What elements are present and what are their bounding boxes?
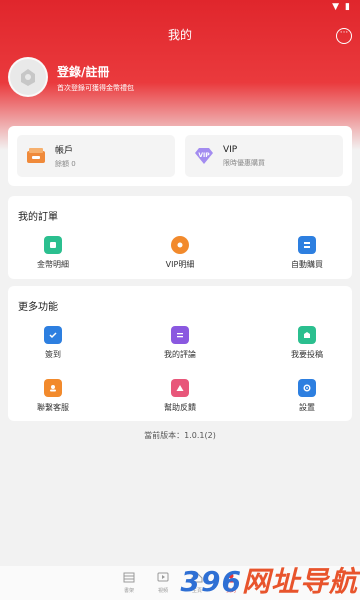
customer-service-icon [44,379,62,397]
settings-icon [298,379,316,397]
login-subtitle: 首次登錄可獲得金幣禮包 [57,84,134,92]
my-comments-item[interactable]: 我的評論 [135,326,225,360]
login-register-link[interactable]: 登錄/註冊 [57,63,109,80]
tab-bookshelf[interactable]: 書架 [116,572,142,600]
bookshelf-icon [116,572,142,584]
checkin-item[interactable]: 簽到 [8,326,98,360]
orders-title: 我的訂單 [18,212,58,223]
tab-video[interactable]: 視頻 [150,572,176,600]
settings-label: 設置 [299,403,315,412]
checkin-label: 簽到 [45,350,61,359]
battery-icon: ▮ [345,2,350,12]
vip-card[interactable]: VIP VIP 限時優惠購買 [185,135,343,177]
feedback-item[interactable]: 幫助反饋 [135,379,225,413]
message-button[interactable]: ··· [336,28,352,44]
checkin-icon [44,326,62,344]
watermark-logo: 396网址导航 [181,560,358,600]
signal-icon: ▼ [332,2,340,12]
feedback-label: 幫助反饋 [164,403,196,412]
video-icon [150,572,176,584]
comment-icon [171,326,189,344]
status-bar: ▼ ▮ [0,0,360,14]
more-functions-section: 更多功能 簽到 我的評論 我要投稿 聯繫客服 幫助反饋 設置 [8,286,352,421]
account-title: 帳戶 [55,146,74,156]
version-text: 當前版本：1.0.1(2) [144,431,216,440]
watermark-accent: 网址导航 [241,565,358,598]
tab-bookshelf-label: 書架 [123,588,134,594]
auto-buy-label: 自動購買 [291,260,323,269]
user-avatar-icon [21,69,35,86]
vip-title: VIP [223,144,238,155]
orders-section: 我的訂單 金幣明細 VIP明細 自動購買 [8,196,352,279]
account-balance: 餘額 0 [55,160,76,168]
watermark-main: 396 [180,565,242,598]
svg-text:VIP: VIP [198,152,210,159]
auto-buy-icon [298,236,316,254]
vip-detail-item[interactable]: VIP明細 [135,236,225,270]
vip-bag-icon [171,236,189,254]
coin-detail-label: 金幣明細 [37,260,69,269]
page-title: 我的 [167,28,192,42]
avatar[interactable] [8,57,48,97]
vip-diamond-icon: VIP [193,145,215,167]
chat-bubble-icon: ··· [339,28,349,38]
coin-detail-item[interactable]: 金幣明細 [8,236,98,270]
submit-item[interactable]: 我要投稿 [262,326,352,360]
quick-cards: 帳戶 餘額 0 VIP VIP 限時優惠購買 [8,126,352,186]
tab-video-label: 視頻 [157,588,168,594]
coin-detail-icon [44,236,62,254]
auto-buy-item[interactable]: 自動購買 [262,236,352,270]
settings-item[interactable]: 設置 [262,379,352,413]
vip-subtitle: 限時優惠購買 [223,158,265,167]
submit-label: 我要投稿 [291,350,323,359]
customer-service-label: 聯繫客服 [37,403,69,412]
wallet-icon [25,145,47,167]
submit-icon [298,326,316,344]
feedback-icon [171,379,189,397]
vip-detail-label: VIP明細 [165,260,195,269]
account-card[interactable]: 帳戶 餘額 0 [17,135,175,177]
customer-service-item[interactable]: 聯繫客服 [8,379,98,413]
my-comments-label: 我的評論 [164,350,196,359]
more-title: 更多功能 [18,302,58,313]
